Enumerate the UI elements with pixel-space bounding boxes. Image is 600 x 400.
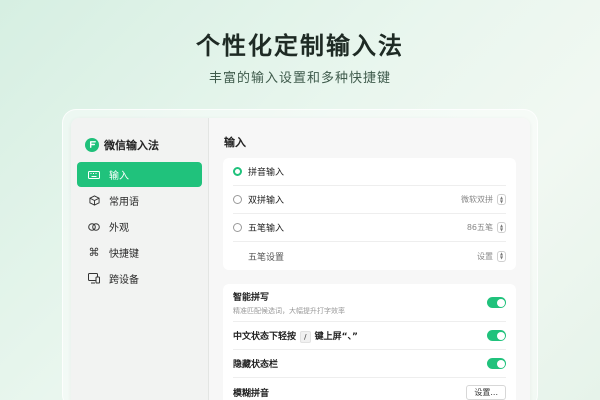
hide-statusbar-toggle[interactable] <box>487 358 506 369</box>
hide-statusbar-row: 隐藏状态栏 <box>233 350 506 378</box>
main-panel: 输入 拼音输入 双拼输入 微软双拼 ▲ ▼ 五笔输入 86五笔 ▲ ▼ 五笔设置… <box>209 118 530 400</box>
fuzzy-pinyin-label: 模糊拼音 <box>233 388 270 399</box>
smart-spelling-text: 智能拼写 精准匹配候选词，大幅提升打字效率 <box>233 290 487 316</box>
options-card: 智能拼写 精准匹配候选词，大幅提升打字效率 中文状态下轻按 / 键上屏“、” 隐藏状… <box>223 284 516 400</box>
fuzzy-pinyin-row: 模糊拼音 设置... <box>233 378 506 400</box>
wubi-select[interactable]: 86五笔 ▲ ▼ <box>467 222 506 233</box>
wubi-value: 86五笔 <box>466 223 493 232</box>
chinese-key-toggle[interactable] <box>487 330 506 341</box>
sidebar-item-label: 快捷键 <box>109 249 139 260</box>
pinyin-label: 拼音输入 <box>248 168 285 178</box>
wubi-settings-label: 五笔设置 <box>248 252 285 263</box>
shuangpin-select[interactable]: 微软双拼 ▲ ▼ <box>461 194 506 205</box>
fuzzy-pinyin-settings-button[interactable]: 设置... <box>466 384 506 400</box>
slash-key: / <box>300 330 311 343</box>
updown-icon: ▲ ▼ <box>497 194 506 205</box>
app-name: 微信输入法 <box>104 138 159 152</box>
chinese-key-label-after: 键上屏“、” <box>314 331 358 342</box>
input-method-card: 拼音输入 双拼输入 微软双拼 ▲ ▼ 五笔输入 86五笔 ▲ ▼ 五笔设置 设置… <box>223 158 516 270</box>
wubi-settings-value: 设置 <box>477 251 493 261</box>
cube-icon <box>87 194 101 208</box>
chinese-key-label: 中文状态下轻按 / 键上屏“、” <box>233 329 487 343</box>
rings-icon <box>87 220 101 234</box>
pinyin-radio[interactable] <box>233 167 242 176</box>
sidebar-item-label: 外观 <box>109 223 129 234</box>
updown-icon: ▲ ▼ <box>497 250 506 262</box>
hide-statusbar-label: 隐藏状态栏 <box>233 360 279 370</box>
settings-window: 微信输入法 输入 常用语 外观 ⌘ 快捷键 跨设备 输入 拼音输入 双拼输入 微… <box>71 118 530 400</box>
shuangpin-value: 微软双拼 <box>461 195 493 204</box>
command-icon: ⌘ <box>88 246 100 259</box>
sidebar: 微信输入法 输入 常用语 外观 ⌘ 快捷键 跨设备 <box>71 118 209 400</box>
devices-icon <box>87 272 101 286</box>
wubi-settings-select[interactable]: 设置 ▲ ▼ <box>477 250 506 262</box>
sidebar-item-input[interactable]: 输入 <box>77 162 202 187</box>
sidebar-item-label: 跨设备 <box>109 275 139 286</box>
wubi-row: 五笔输入 86五笔 ▲ ▼ <box>233 214 506 242</box>
wechat-ime-logo-icon <box>85 137 99 152</box>
pinyin-row: 拼音输入 <box>233 158 506 186</box>
hero-subtitle: 丰富的输入设置和多种快捷键 <box>208 71 391 86</box>
sidebar-item-label: 常用语 <box>109 197 139 208</box>
smart-spelling-description: 精准匹配候选词，大幅提升打字效率 <box>233 306 345 315</box>
wubi-radio[interactable] <box>233 223 242 232</box>
hero-title: 个性化定制输入法 <box>196 32 404 60</box>
sidebar-item-label: 输入 <box>109 171 129 182</box>
keyboard-icon <box>87 168 101 182</box>
chinese-key-row: 中文状态下轻按 / 键上屏“、” <box>233 322 506 350</box>
updown-icon: ▲ ▼ <box>497 222 506 233</box>
section-title: 输入 <box>224 136 246 149</box>
wubi-settings-row: 五笔设置 设置 ▲ ▼ <box>233 242 506 270</box>
chinese-key-label-before: 中文状态下轻按 <box>233 331 297 342</box>
shuangpin-radio[interactable] <box>233 195 242 204</box>
sidebar-item-phrases[interactable]: 常用语 <box>77 188 202 213</box>
brand: 微信输入法 <box>77 132 202 154</box>
shuangpin-row: 双拼输入 微软双拼 ▲ ▼ <box>233 186 506 214</box>
sidebar-item-appearance[interactable]: 外观 <box>77 214 202 239</box>
sidebar-item-shortcuts[interactable]: ⌘ 快捷键 <box>77 240 202 265</box>
shuangpin-label: 双拼输入 <box>248 196 285 206</box>
wubi-label: 五笔输入 <box>248 224 285 234</box>
sidebar-item-cross-device[interactable]: 跨设备 <box>77 266 202 291</box>
smart-spelling-toggle[interactable] <box>487 297 506 308</box>
smart-spelling-row: 智能拼写 精准匹配候选词，大幅提升打字效率 <box>233 284 506 322</box>
smart-spelling-label: 智能拼写 <box>233 292 270 303</box>
